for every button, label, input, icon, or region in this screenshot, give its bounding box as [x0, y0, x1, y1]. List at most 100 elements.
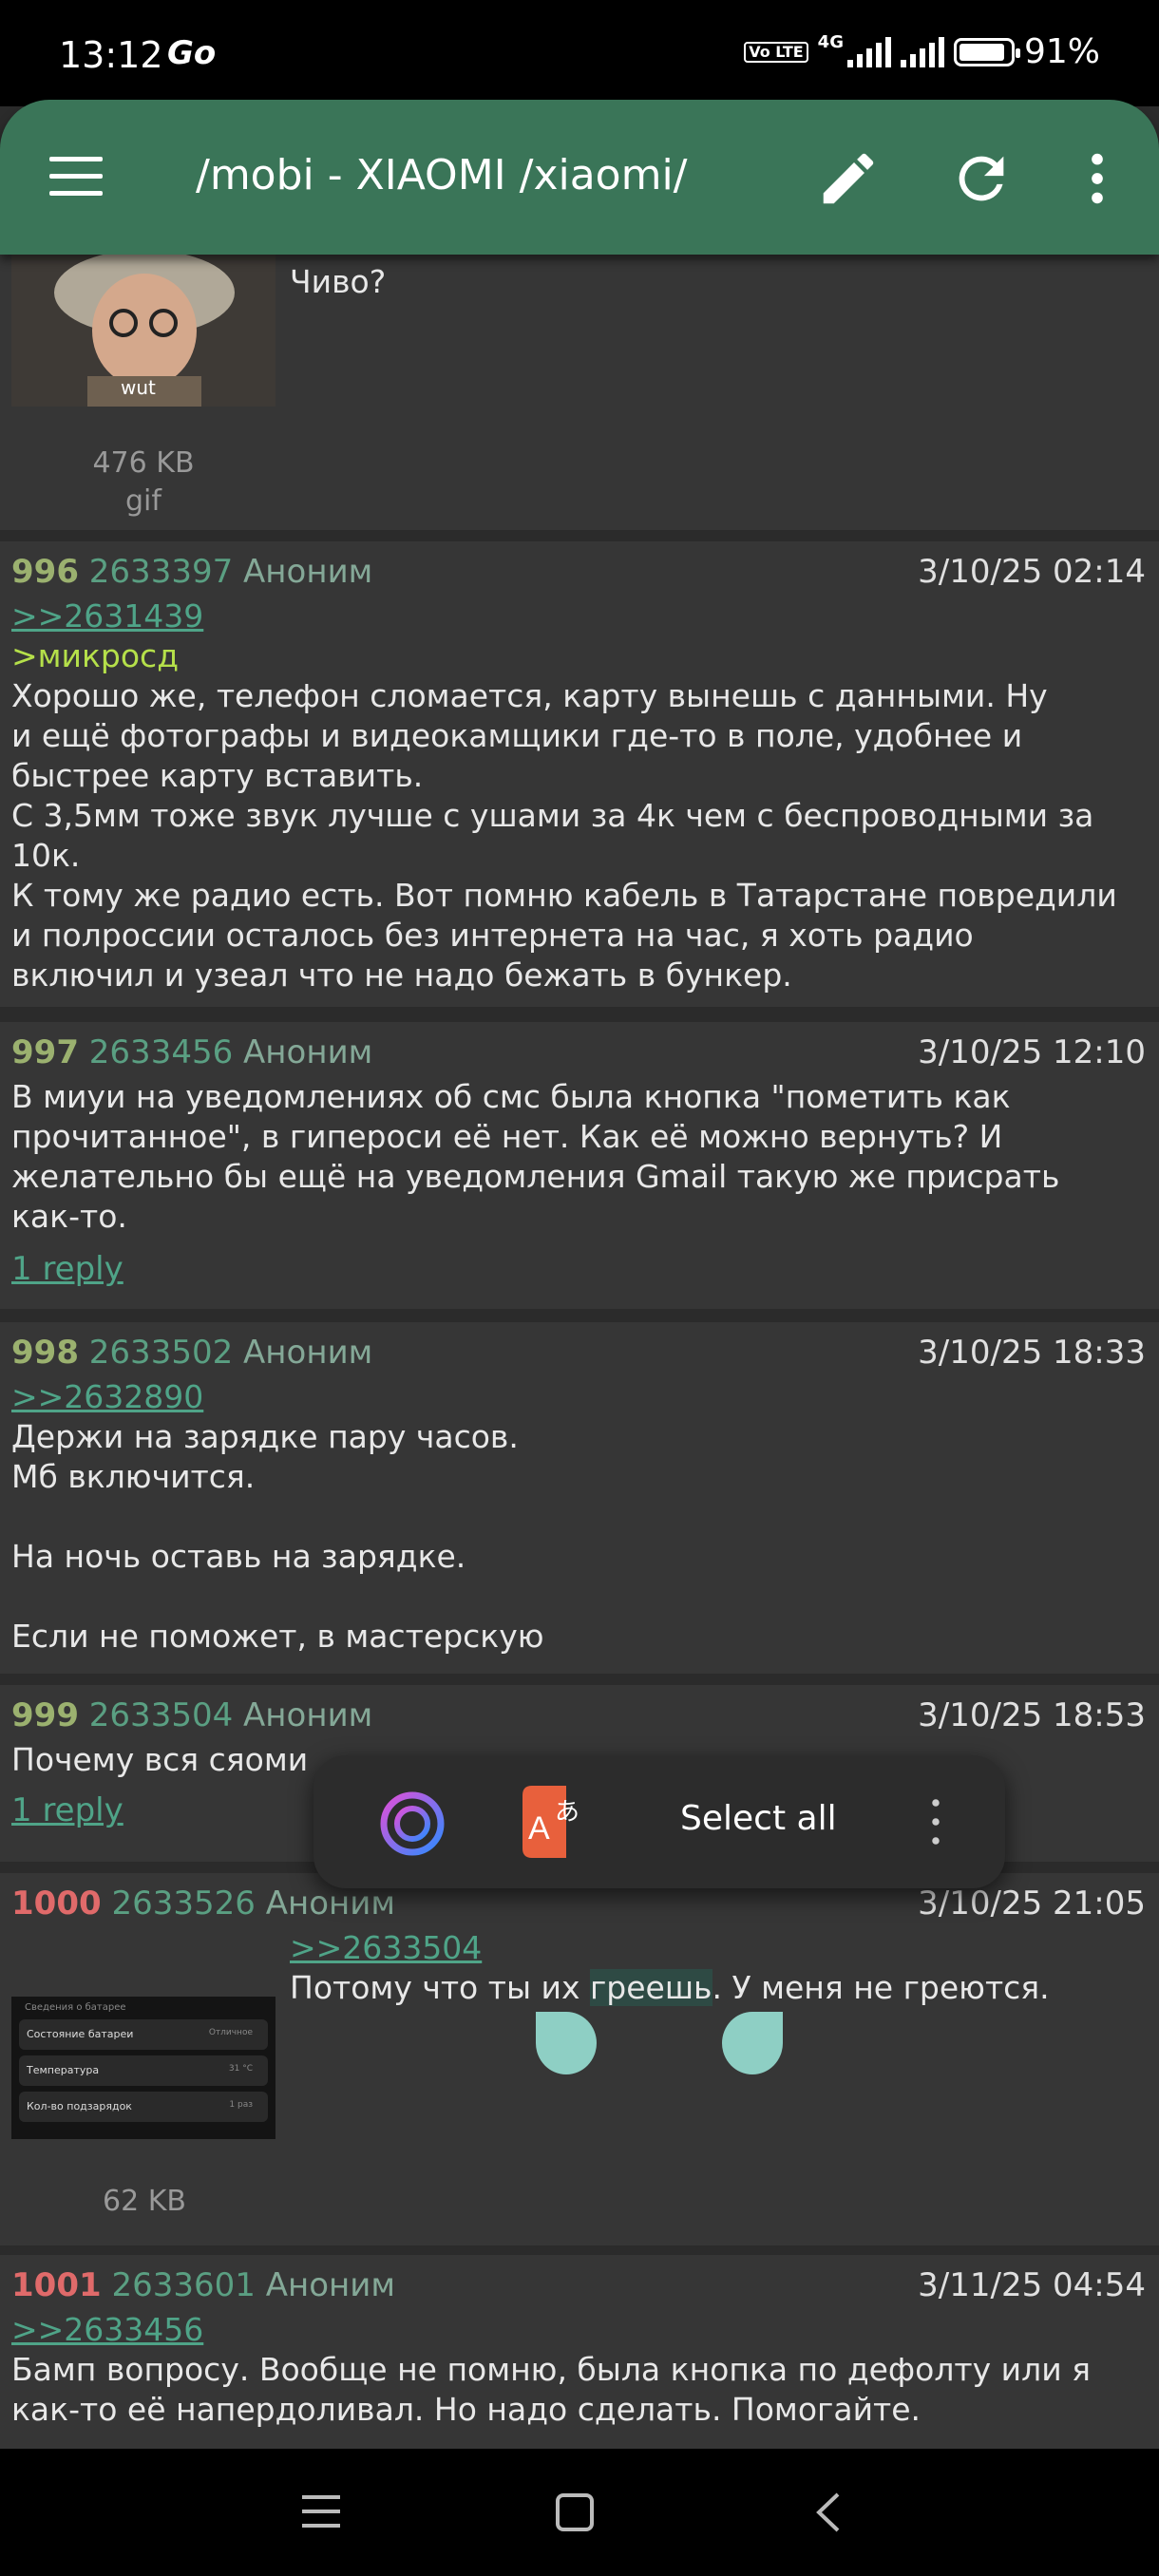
- post-998: 998 2633502 Аноним 3/10/25 18:33 >>26328…: [0, 1322, 1159, 1674]
- translate-icon[interactable]: A あ: [522, 1786, 591, 1858]
- more-options-icon[interactable]: [922, 1793, 950, 1850]
- post-body: >>2633504 Потому что ты их греешь. У мен…: [290, 1928, 1148, 2008]
- post-header: 998 2633502 Аноним: [11, 1334, 372, 1372]
- post-id[interactable]: 2633502: [89, 1334, 233, 1372]
- post-text: Хорошо же, телефон сломается, карту выне…: [11, 677, 1117, 994]
- thumb-title: Сведения о батарее: [25, 2002, 126, 2013]
- refresh-icon[interactable]: [948, 145, 1015, 212]
- poster-name: Аноним: [243, 553, 373, 591]
- post-thumbnail[interactable]: wut: [11, 255, 276, 407]
- network-type: 4G: [817, 32, 844, 52]
- post-1001: 1001 2633601 Аноним 3/11/25 04:54 >>2633…: [0, 2255, 1159, 2449]
- post-header: 1000 2633526 Аноним: [11, 1885, 395, 1923]
- thumb-row-label: Температура: [27, 2064, 100, 2076]
- post-date: 3/10/25 02:14: [918, 553, 1146, 591]
- svg-text:あ: あ: [555, 1798, 580, 1827]
- poster-name: Аноним: [243, 1696, 373, 1734]
- thumb-row-value: Отличное: [208, 2028, 253, 2037]
- post-header: 1001 2633601 Аноним: [11, 2266, 395, 2304]
- replies-link[interactable]: 1 reply: [11, 1791, 124, 1829]
- selection-handle-start[interactable]: [536, 2012, 597, 2074]
- post-number: 996: [11, 553, 79, 591]
- selection-handle-end[interactable]: [722, 2012, 783, 2074]
- text-selection-popup: A あ Select all: [314, 1755, 1005, 1888]
- volte-icon: Vo LTE: [744, 41, 808, 63]
- post-id[interactable]: 2633397: [89, 553, 233, 591]
- menu-icon[interactable]: [49, 157, 103, 199]
- post-date: 3/10/25 21:05: [918, 1885, 1146, 1923]
- edit-icon[interactable]: [815, 145, 882, 212]
- post-body: >>2631439 >микросд Хорошо же, телефон сл…: [11, 597, 1148, 995]
- status-right: Vo LTE 4G 91%: [744, 32, 1100, 71]
- thumb-row-label: Состояние батареи: [27, 2028, 134, 2040]
- app-toolbar: /mobi - XIAOMI /xiaomi/: [0, 100, 1159, 255]
- post-body: >>2632890 Держи на зарядке пару часов. М…: [11, 1377, 1148, 1657]
- reply-link[interactable]: >>2632890: [11, 1378, 203, 1415]
- post-date: 3/10/25 18:33: [918, 1334, 1146, 1372]
- file-size: 62 KB: [103, 2185, 186, 2218]
- ai-assistant-icon[interactable]: [378, 1790, 446, 1858]
- battery-percent: 91%: [1023, 32, 1100, 71]
- thread-content[interactable]: wut Чиво? 476 KB gif 996 2633397 Аноним …: [0, 255, 1159, 2449]
- post-id[interactable]: 2633504: [89, 1696, 233, 1734]
- status-time: 13:12: [59, 34, 163, 76]
- status-bar: 13:12 Go Vo LTE 4G 91%: [0, 0, 1159, 106]
- gif-caption: wut: [121, 376, 156, 399]
- home-icon[interactable]: [555, 2492, 595, 2532]
- post-header: 996 2633397 Аноним: [11, 553, 372, 591]
- recents-icon[interactable]: [300, 2492, 342, 2530]
- status-notification-icon: Go: [167, 34, 217, 72]
- poster-name: Аноним: [243, 1334, 373, 1372]
- post-number: 1000: [11, 1885, 102, 1923]
- board-title: /mobi - XIAOMI /xiaomi/: [196, 151, 688, 199]
- post-997: 997 2633456 Аноним 3/10/25 12:10 В миуи …: [0, 1022, 1159, 1309]
- battery-icon: [953, 37, 1020, 66]
- post-number: 999: [11, 1696, 79, 1734]
- post-text: Чиво?: [290, 263, 387, 300]
- post-header: 997 2633456 Аноним: [11, 1033, 372, 1071]
- reply-link[interactable]: >>2631439: [11, 597, 203, 635]
- thumb-row: Температура 31 °C: [19, 2055, 268, 2086]
- system-nav-bar: [0, 2449, 1159, 2576]
- post-thumbnail[interactable]: Сведения о батарее Состояние батареи Отл…: [11, 1997, 276, 2139]
- post-top: wut Чиво? 476 KB gif: [0, 255, 1159, 530]
- post-number: 998: [11, 1334, 79, 1372]
- post-text-before: Потому что ты их: [290, 1969, 590, 2006]
- thumb-row-value: 1 раз: [229, 2100, 253, 2110]
- post-header: 999 2633504 Аноним: [11, 1696, 372, 1734]
- thumb-row: Кол-во подзарядок 1 раз: [19, 2092, 268, 2122]
- post-text: Бамп вопросу. Вообще не помню, была кноп…: [11, 2351, 1092, 2428]
- signal-icon-2: [900, 36, 944, 67]
- post-996: 996 2633397 Аноним 3/10/25 02:14 >>26314…: [0, 541, 1159, 1007]
- selected-text[interactable]: греешь: [589, 1969, 712, 2006]
- post-body: >>2633456 Бамп вопросу. Вообще не помню,…: [11, 2310, 1148, 2430]
- thumb-row-value: 31 °C: [228, 2064, 253, 2074]
- greentext: >микросд: [11, 637, 180, 674]
- thumb-row: Состояние батареи Отличное: [19, 2019, 268, 2050]
- select-all-button[interactable]: Select all: [680, 1799, 837, 1838]
- post-text-after: . У меня не греются.: [712, 1969, 1050, 2006]
- post-text: Держи на зарядке пару часов. Мб включитс…: [11, 1418, 544, 1655]
- post-id[interactable]: 2633526: [111, 1885, 255, 1923]
- poster-name: Аноним: [265, 1885, 395, 1923]
- battery-fill: [959, 43, 1004, 61]
- post-number: 997: [11, 1033, 79, 1071]
- post-number: 1001: [11, 2266, 102, 2304]
- replies-link[interactable]: 1 reply: [11, 1250, 124, 1288]
- more-vert-icon[interactable]: [1064, 145, 1130, 212]
- file-size: 476 KB: [92, 446, 195, 480]
- back-icon[interactable]: [811, 2491, 846, 2534]
- post-date: 3/10/25 18:53: [918, 1696, 1146, 1734]
- file-type: gif: [125, 484, 162, 518]
- reply-link[interactable]: >>2633504: [290, 1929, 482, 1966]
- post-id[interactable]: 2633456: [89, 1033, 233, 1071]
- signal-icon: [846, 36, 891, 67]
- post-text: В миуи на уведомлениях об смс была кнопк…: [11, 1078, 1060, 1235]
- poster-name: Аноним: [243, 1033, 373, 1071]
- thumb-row-label: Кол-во подзарядок: [27, 2100, 132, 2112]
- post-date: 3/10/25 12:10: [918, 1033, 1146, 1071]
- post-date: 3/11/25 04:54: [918, 2266, 1146, 2304]
- svg-text:A: A: [528, 1810, 550, 1847]
- reply-link[interactable]: >>2633456: [11, 2311, 203, 2348]
- post-id[interactable]: 2633601: [111, 2266, 255, 2304]
